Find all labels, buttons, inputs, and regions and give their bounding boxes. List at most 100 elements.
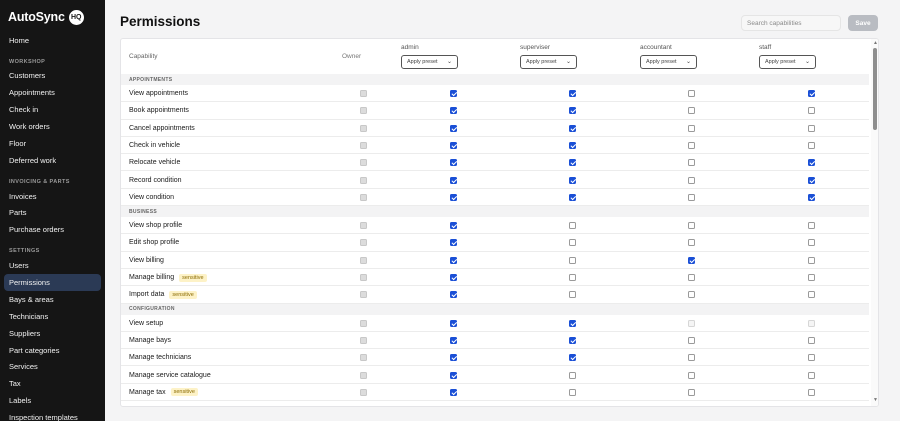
permission-checkbox-admin[interactable]: [450, 239, 457, 247]
permission-checkbox-admin[interactable]: [450, 222, 457, 230]
permission-checkbox-staff[interactable]: [808, 336, 815, 344]
permission-checkbox-staff[interactable]: [808, 239, 815, 247]
permission-checkbox-admin[interactable]: [450, 124, 457, 132]
sidebar-item-work-orders[interactable]: Work orders: [4, 118, 101, 135]
section-header-appointments: APPOINTMENTS: [121, 74, 869, 85]
sidebar-item-purchase-orders[interactable]: Purchase orders: [4, 221, 101, 238]
sidebar-item-customers[interactable]: Customers: [4, 67, 101, 84]
permission-checkbox-superviser[interactable]: [569, 159, 576, 167]
sidebar-item-permissions[interactable]: Permissions: [4, 273, 101, 291]
permission-checkbox-staff[interactable]: [808, 141, 815, 149]
permission-checkbox-admin[interactable]: [450, 274, 457, 281]
permission-checkbox-admin[interactable]: [450, 193, 457, 201]
permission-checkbox-superviser[interactable]: [569, 354, 576, 362]
permission-checkbox-superviser[interactable]: [569, 319, 576, 327]
permission-checkbox-staff[interactable]: [808, 222, 815, 230]
permission-checkbox-admin[interactable]: [450, 141, 457, 149]
permission-checkbox-accountant[interactable]: [688, 291, 695, 299]
permission-checkbox-accountant[interactable]: [688, 124, 695, 132]
scroll-up-arrow-icon[interactable]: ▲: [873, 40, 878, 46]
permission-checkbox-superviser[interactable]: [569, 124, 576, 132]
permission-checkbox-staff[interactable]: [808, 354, 815, 362]
permission-checkbox-accountant[interactable]: [688, 159, 695, 167]
sidebar-item-services[interactable]: Services: [4, 358, 101, 375]
sidebar-item-users[interactable]: Users: [4, 257, 101, 274]
sidebar-item-check-in[interactable]: Check in: [4, 101, 101, 118]
permission-checkbox-accountant[interactable]: [688, 336, 695, 344]
permission-checkbox-superviser[interactable]: [569, 176, 576, 184]
permission-checkbox-staff[interactable]: [808, 193, 815, 201]
sidebar-item-bays-and-areas[interactable]: Bays & areas: [4, 291, 101, 308]
permission-checkbox-staff[interactable]: [808, 176, 815, 184]
permission-checkbox-accountant[interactable]: [688, 239, 695, 247]
apply-preset-dropdown-admin[interactable]: Apply preset ⌄: [401, 55, 458, 69]
capability-label: Import data sensitive: [129, 286, 197, 303]
permission-checkbox-accountant[interactable]: [688, 222, 695, 230]
sidebar-item-inspection-templates[interactable]: Inspection templates: [4, 409, 101, 421]
permission-checkbox-staff[interactable]: [808, 159, 815, 167]
permission-checkbox-accountant[interactable]: [688, 256, 695, 264]
permission-checkbox-accountant[interactable]: [688, 388, 695, 396]
permission-checkbox-accountant[interactable]: [688, 90, 695, 97]
sidebar-item-labels[interactable]: Labels: [4, 392, 101, 409]
sidebar-item-floor[interactable]: Floor: [4, 135, 101, 152]
sidebar-item-suppliers[interactable]: Suppliers: [4, 325, 101, 342]
table-row: Check in vehicle: [121, 137, 869, 155]
permission-checkbox-superviser[interactable]: [569, 371, 576, 379]
sidebar-item-home[interactable]: Home: [4, 32, 101, 49]
permission-checkbox-accountant[interactable]: [688, 354, 695, 362]
permission-checkbox-superviser[interactable]: [569, 336, 576, 344]
sidebar-item-appointments[interactable]: Appointments: [4, 84, 101, 101]
permission-checkbox-admin[interactable]: [450, 319, 457, 327]
permission-checkbox-staff[interactable]: [808, 107, 815, 115]
permission-checkbox-staff[interactable]: [808, 371, 815, 379]
sidebar-item-deferred-work[interactable]: Deferred work: [4, 152, 101, 169]
permission-checkbox-accountant[interactable]: [688, 141, 695, 149]
permission-checkbox-admin[interactable]: [450, 256, 457, 264]
save-button[interactable]: Save: [848, 15, 878, 31]
permission-checkbox-accountant[interactable]: [688, 107, 695, 115]
permission-checkbox-admin[interactable]: [450, 336, 457, 344]
scrollbar-thumb[interactable]: [873, 48, 877, 130]
permission-checkbox-staff[interactable]: [808, 274, 815, 281]
permission-checkbox-admin[interactable]: [450, 354, 457, 362]
permission-checkbox-superviser[interactable]: [569, 90, 576, 97]
sidebar-item-invoices[interactable]: Invoices: [4, 188, 101, 205]
permission-checkbox-staff[interactable]: [808, 388, 815, 396]
permission-checkbox-superviser[interactable]: [569, 256, 576, 264]
permission-checkbox-accountant[interactable]: [688, 176, 695, 184]
search-input[interactable]: [741, 15, 841, 31]
permission-checkbox-admin[interactable]: [450, 159, 457, 167]
permission-checkbox-admin[interactable]: [450, 176, 457, 184]
permission-checkbox-admin[interactable]: [450, 371, 457, 379]
permission-checkbox-accountant[interactable]: [688, 371, 695, 379]
permission-checkbox-staff[interactable]: [808, 256, 815, 264]
permission-checkbox-admin[interactable]: [450, 90, 457, 97]
permission-checkbox-accountant[interactable]: [688, 193, 695, 201]
permission-checkbox-superviser[interactable]: [569, 107, 576, 115]
sidebar-item-parts[interactable]: Parts: [4, 204, 101, 221]
permission-checkbox-superviser[interactable]: [569, 274, 576, 281]
permission-checkbox-accountant[interactable]: [688, 274, 695, 281]
sidebar-item-part-categories[interactable]: Part categories: [4, 342, 101, 359]
permission-checkbox-superviser[interactable]: [569, 193, 576, 201]
permission-checkbox-staff[interactable]: [808, 90, 815, 97]
permission-checkbox-superviser[interactable]: [569, 222, 576, 230]
permission-checkbox-admin[interactable]: [450, 291, 457, 299]
permission-checkbox-superviser[interactable]: [569, 141, 576, 149]
permission-checkbox-admin[interactable]: [450, 107, 457, 115]
apply-preset-dropdown-accountant[interactable]: Apply preset ⌄: [640, 55, 697, 69]
table-row: Manage billing sensitive: [121, 269, 869, 287]
apply-preset-dropdown-staff[interactable]: Apply preset ⌄: [759, 55, 816, 69]
apply-preset-dropdown-superviser[interactable]: Apply preset ⌄: [520, 55, 577, 69]
permission-checkbox-admin[interactable]: [450, 388, 457, 396]
permission-checkbox-superviser[interactable]: [569, 239, 576, 247]
scroll-down-arrow-icon[interactable]: ▼: [873, 397, 878, 403]
sidebar-item-technicians[interactable]: Technicians: [4, 308, 101, 325]
brand[interactable]: AutoSync HQ: [0, 1, 105, 33]
permission-checkbox-staff[interactable]: [808, 124, 815, 132]
permission-checkbox-staff[interactable]: [808, 291, 815, 299]
permission-checkbox-superviser[interactable]: [569, 388, 576, 396]
permission-checkbox-superviser[interactable]: [569, 291, 576, 299]
sidebar-item-tax[interactable]: Tax: [4, 375, 101, 392]
